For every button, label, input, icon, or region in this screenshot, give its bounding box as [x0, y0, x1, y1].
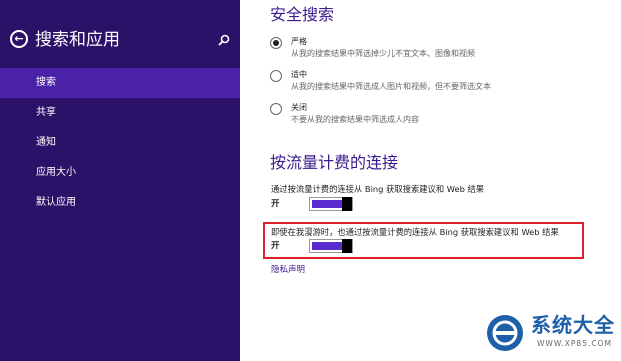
radio-desc-off: 不要从我的搜索结果中筛选成人内容: [291, 115, 419, 124]
sidebar-item-app-sizes[interactable]: 应用大小: [0, 158, 240, 188]
watermark-logo-icon: [487, 315, 523, 351]
radio-off[interactable]: 关闭 不要从我的搜索结果中筛选成人内容: [270, 102, 600, 132]
metered-toggle-state: 开: [271, 199, 280, 209]
metered-heading: 按流量计费的连接: [270, 153, 399, 172]
sidebar: ← 搜索和应用 搜索 共享 通知 应用大小 默认应用: [0, 0, 240, 361]
radio-button-strict[interactable]: [270, 37, 282, 49]
sidebar-item-search[interactable]: 搜索: [0, 68, 240, 98]
sidebar-header: ← 搜索和应用: [10, 28, 232, 54]
watermark-url: WWW.XP85.COM: [537, 339, 612, 348]
highlight-box: [263, 222, 584, 259]
radio-button-moderate[interactable]: [270, 70, 282, 82]
watermark: 系统大全 WWW.XP85.COM: [485, 311, 617, 357]
search-icon[interactable]: [216, 32, 232, 48]
sidebar-item-share[interactable]: 共享: [0, 98, 240, 128]
watermark-text: 系统大全: [531, 313, 615, 337]
sidebar-item-notifications[interactable]: 通知: [0, 128, 240, 158]
privacy-statement-link[interactable]: 隐私声明: [271, 264, 305, 276]
metered-setting-label: 通过按流量计费的连接从 Bing 获取搜索建议和 Web 结果: [271, 184, 485, 194]
sidebar-item-default-apps[interactable]: 默认应用: [0, 188, 240, 218]
radio-desc-strict: 从我的搜索结果中筛选掉少儿不宜文本、图像和视频: [291, 49, 475, 58]
toggle-thumb[interactable]: [342, 197, 352, 211]
radio-button-off[interactable]: [270, 103, 282, 115]
sidebar-title: 搜索和应用: [35, 30, 120, 50]
metered-toggle[interactable]: [309, 197, 353, 211]
radio-desc-moderate: 从我的搜索结果中筛选成人图片和视频，但不要筛选文本: [291, 82, 491, 91]
back-arrow-icon[interactable]: ←: [10, 30, 28, 48]
radio-strict[interactable]: 严格 从我的搜索结果中筛选掉少儿不宜文本、图像和视频: [270, 36, 600, 66]
safe-search-heading: 安全搜索: [270, 5, 335, 24]
main-content: 安全搜索 严格 从我的搜索结果中筛选掉少儿不宜文本、图像和视频 适中 从我的搜索…: [240, 0, 621, 361]
radio-label-strict: 严格: [291, 37, 307, 46]
sidebar-nav: 搜索 共享 通知 应用大小 默认应用: [0, 68, 240, 218]
radio-moderate[interactable]: 适中 从我的搜索结果中筛选成人图片和视频，但不要筛选文本: [270, 69, 600, 99]
radio-label-off: 关闭: [291, 103, 307, 112]
radio-label-moderate: 适中: [291, 70, 307, 79]
